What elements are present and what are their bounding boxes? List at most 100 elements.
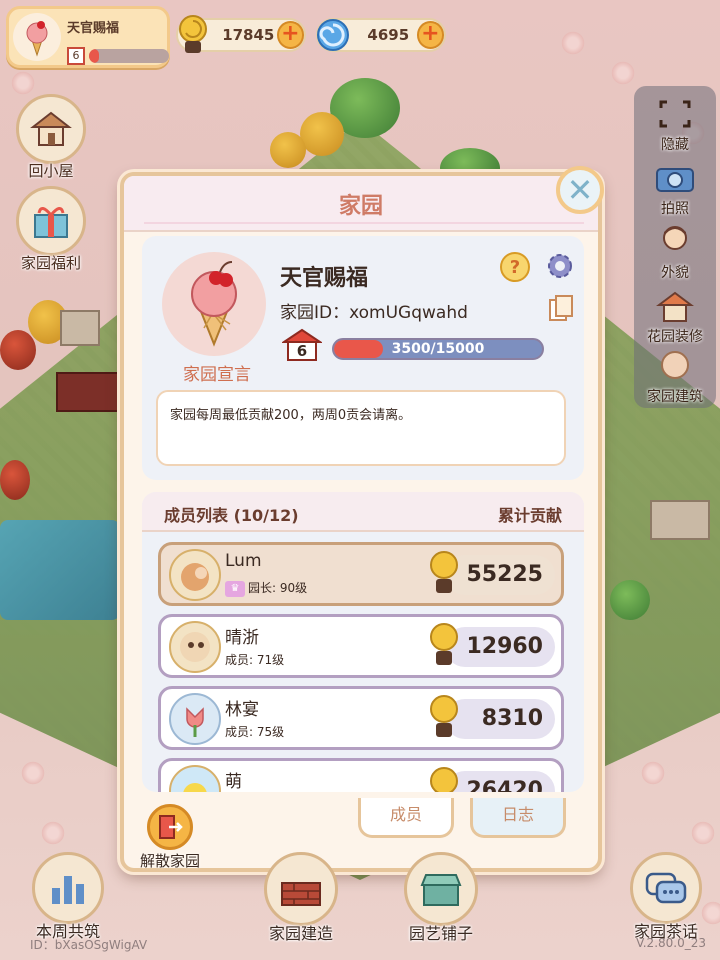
garden-exp-progress: 3500/15000 xyxy=(332,338,544,360)
help-icon[interactable]: ? xyxy=(500,252,530,282)
member-avatar xyxy=(169,765,221,792)
garden-welfare-button[interactable]: 家园福利 xyxy=(16,186,86,273)
player-exp-bar xyxy=(89,49,169,63)
member-count-label: 成员列表 (10/12) xyxy=(164,506,299,525)
leader-crown-icon: ♛ xyxy=(225,580,245,597)
settings-gear-icon[interactable] xyxy=(544,250,576,282)
blue-swirl-icon xyxy=(312,12,354,58)
garden-dialog: 家园 家园宣言 天官赐福 ? 家园ID：xomUGqwahd 6 3500/15… xyxy=(120,172,602,872)
garden-welfare-label: 家园福利 xyxy=(20,254,81,272)
member-name: 林宴 xyxy=(225,700,259,720)
weekly-build-icon xyxy=(32,852,104,924)
garden-announcement[interactable]: 家园每周最低贡献200，两周0贡会请离。 xyxy=(156,390,566,466)
garden-level-badge: 6 xyxy=(280,328,324,362)
garden-chat-button[interactable]: 家园茶话 xyxy=(630,852,702,942)
weekly-build-button[interactable]: 本周共筑 xyxy=(32,852,104,942)
gardening-shop-icon xyxy=(404,852,478,926)
tulip-icon xyxy=(186,707,204,737)
player-name: 天官赐福 xyxy=(67,21,120,36)
player-profile-card[interactable]: 天官赐福 6 xyxy=(6,6,170,68)
garden-decorate-label: 花园装修 xyxy=(647,329,703,345)
member-role: ♛ 园长: 90级 xyxy=(225,579,307,597)
member-role-text: 园长: 90级 xyxy=(248,581,308,595)
garden-exp-text: 3500/15000 xyxy=(391,341,485,357)
garden-building-label: 家园建筑 xyxy=(647,389,703,405)
member-avatar xyxy=(169,621,221,673)
blue-currency-display: 4695 + xyxy=(316,18,446,52)
golden-snail-icon xyxy=(430,695,458,737)
gardening-shop-button[interactable]: 园艺铺子 xyxy=(404,852,478,944)
member-row[interactable]: 萌 26420 xyxy=(158,758,564,792)
blue-amount: 4695 xyxy=(367,26,410,44)
garden-building-button[interactable]: 家园建筑 xyxy=(640,346,710,406)
dialog-title-bar: 家园 xyxy=(124,176,598,232)
member-row[interactable]: 林宴 成员: 75级 8310 xyxy=(158,686,564,750)
player-id-footer: ID：bXasOSgWigAV xyxy=(30,938,148,952)
close-icon: ✕ xyxy=(566,171,594,209)
golden-snail-icon xyxy=(430,767,458,792)
tab-log[interactable]: 日志 xyxy=(470,798,566,838)
player-avatar xyxy=(13,13,61,61)
appearance-label: 外貌 xyxy=(661,265,689,281)
close-dialog-button[interactable]: ✕ xyxy=(556,166,604,214)
copy-id-icon[interactable] xyxy=(546,294,576,324)
member-row[interactable]: 晴浙 成员: 71级 12960 xyxy=(158,614,564,678)
declaration-label[interactable]: 家园宣言 xyxy=(156,360,278,385)
gardening-shop-label: 园艺铺子 xyxy=(408,924,473,943)
gold-currency-display: 17845 + xyxy=(176,15,306,53)
garden-emblem[interactable] xyxy=(162,252,266,356)
member-contribution: 55225 xyxy=(445,555,555,595)
avatar-icon xyxy=(653,222,697,262)
garden-construct-button[interactable]: 家园建造 xyxy=(264,852,338,944)
player-level-badge: 6 xyxy=(67,47,85,65)
golden-snail-icon xyxy=(430,623,458,665)
garden-decorate-icon xyxy=(653,286,697,326)
disband-garden-button[interactable]: 解散家园 xyxy=(140,804,200,871)
member-role: 成员: 75级 xyxy=(225,725,285,739)
exit-door-icon xyxy=(147,804,193,850)
garden-name: 天官赐福 xyxy=(280,266,369,291)
ice-cream-emblem-icon xyxy=(191,261,237,347)
photo-button[interactable]: 拍照 xyxy=(640,158,710,218)
dialog-title: 家园 xyxy=(338,194,383,219)
member-contribution: 26420 xyxy=(445,771,555,792)
return-cabin-button[interactable]: 回小屋 xyxy=(16,94,86,181)
member-name: Lum xyxy=(225,551,262,571)
version-footer: V.2.80.0_23 xyxy=(636,936,706,950)
appearance-button[interactable]: 外貌 xyxy=(640,222,710,282)
contribution-header: 累计贡献 xyxy=(497,506,562,525)
add-gold-button[interactable]: + xyxy=(276,21,304,49)
camera-icon xyxy=(653,158,697,198)
member-role: 成员: 71级 xyxy=(225,653,285,667)
hide-ui-button[interactable]: 隐藏 xyxy=(640,94,710,154)
gift-icon xyxy=(16,186,86,256)
garden-id: 家园ID：xomUGqwahd xyxy=(280,303,468,323)
member-contribution: 12960 xyxy=(445,627,555,667)
hide-ui-label: 隐藏 xyxy=(661,137,689,153)
garden-decorate-button[interactable]: 花园装修 xyxy=(640,286,710,346)
garden-level-number: 6 xyxy=(296,342,308,360)
garden-info-card: 家园宣言 天官赐福 ? 家园ID：xomUGqwahd 6 3500/15000… xyxy=(142,236,584,480)
return-cabin-label: 回小屋 xyxy=(28,162,74,180)
build-icon xyxy=(264,852,338,926)
title-divider xyxy=(144,222,584,224)
garden-construct-label: 家园建造 xyxy=(268,924,333,943)
add-blue-currency-button[interactable]: + xyxy=(416,21,444,49)
photo-label: 拍照 xyxy=(661,201,689,217)
hide-frame-icon xyxy=(653,94,697,134)
member-contribution: 8310 xyxy=(445,699,555,739)
chat-icon xyxy=(630,852,702,924)
tab-members[interactable]: 成员 xyxy=(358,798,454,838)
golden-snail-icon xyxy=(430,551,458,593)
member-avatar xyxy=(169,693,221,745)
member-name: 晴浙 xyxy=(225,628,259,648)
disband-label: 解散家园 xyxy=(140,852,201,870)
golden-snail-icon xyxy=(172,12,214,58)
garden-building-icon xyxy=(653,346,697,386)
gold-amount: 17845 xyxy=(222,26,275,44)
member-avatar xyxy=(169,549,221,601)
member-list-header: 成员列表 (10/12) 累计贡献 xyxy=(142,492,584,532)
ice-cream-icon xyxy=(26,21,48,57)
member-list-panel: 成员列表 (10/12) 累计贡献 Lum ♛ 园长: 90级 55225 晴浙 … xyxy=(142,492,584,792)
member-row[interactable]: Lum ♛ 园长: 90级 55225 xyxy=(158,542,564,606)
